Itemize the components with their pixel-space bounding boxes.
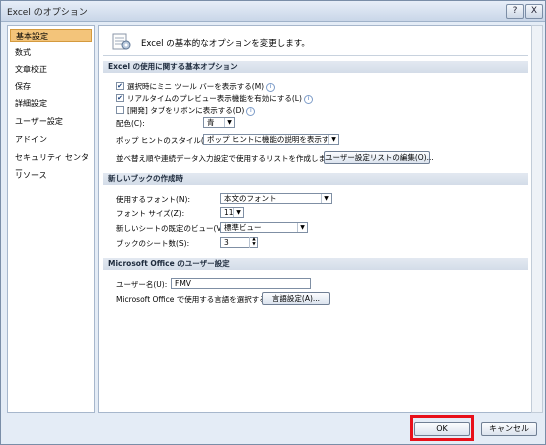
sidebar: 基本設定 数式 文章校正 保存 詳細設定 ユーザー設定 アドイン セキュリティ … — [7, 25, 95, 413]
color-scheme-select[interactable]: 青 ▼ — [203, 117, 235, 128]
tooltip-style-label: ポップ ヒントのスタイル(R): — [116, 136, 215, 145]
info-icon: i — [303, 94, 313, 104]
ok-button-highlight — [410, 415, 474, 441]
header-text: Excel の基本的なオプションを変更します。 — [141, 39, 310, 49]
sidebar-item-advanced[interactable]: 詳細設定 — [10, 97, 92, 110]
title-bar: Excel のオプション ? X — [1, 1, 545, 22]
default-view-value: 標準ビュー — [224, 223, 262, 232]
close-button[interactable]: X — [525, 4, 543, 19]
spin-down-icon[interactable]: ▼ — [250, 242, 258, 247]
mini-toolbar-checkbox[interactable]: ✔ — [116, 82, 124, 90]
sidebar-item-proofing[interactable]: 文章校正 — [10, 63, 92, 76]
username-label: ユーザー名(U): — [116, 280, 168, 289]
chevron-down-icon: ▼ — [328, 135, 338, 144]
color-scheme-label: 配色(C): — [116, 119, 145, 128]
cancel-button[interactable]: キャンセル — [481, 422, 537, 436]
chevron-down-icon: ▼ — [297, 223, 307, 232]
info-icon: i — [266, 82, 276, 92]
sidebar-item-basic[interactable]: 基本設定 — [10, 29, 92, 42]
options-dialog: Excel のオプション ? X 基本設定 数式 文章校正 保存 詳細設定 ユー… — [0, 0, 546, 445]
font-select[interactable]: 本文のフォント ▼ — [220, 193, 332, 204]
window-title: Excel のオプション — [7, 8, 88, 18]
section-basic-options: Excel の使用に関する基本オプション — [103, 61, 528, 73]
font-value: 本文のフォント — [224, 194, 277, 203]
settings-header-icon — [112, 33, 131, 50]
font-label: 使用するフォント(N): — [116, 195, 190, 204]
font-size-select[interactable]: 11 ▼ — [220, 207, 244, 218]
developer-tab-label: [開発] タブをリボンに表示する(D) — [127, 106, 245, 115]
sidebar-item-trust-center[interactable]: セキュリティ センター — [10, 151, 92, 175]
default-view-select[interactable]: 標準ビュー ▼ — [220, 222, 308, 233]
language-label: Microsoft Office で使用する言語を選択する: — [116, 295, 270, 304]
scrollbar[interactable] — [531, 25, 543, 413]
developer-tab-checkbox[interactable] — [116, 106, 124, 114]
font-size-label: フォント サイズ(Z): — [116, 209, 185, 218]
sidebar-item-addins[interactable]: アドイン — [10, 133, 92, 146]
options-panel: Excel の基本的なオプションを変更します。 Excel の使用に関する基本オ… — [98, 25, 533, 413]
default-view-label: 新しいシートの既定のビュー(V): — [116, 224, 228, 233]
sheet-count-label: ブックのシート数(S): — [116, 239, 190, 248]
sidebar-item-formulas[interactable]: 数式 — [10, 46, 92, 59]
section-new-book: 新しいブックの作成時 — [103, 173, 528, 185]
chevron-down-icon: ▼ — [321, 194, 331, 203]
mini-toolbar-label: 選択時にミニ ツール バーを表示する(M) — [127, 82, 265, 91]
sort-list-label: 並べ替え順や連続データ入力設定で使用するリストを作成します: — [116, 154, 337, 163]
header-divider — [103, 55, 528, 56]
sidebar-item-customize[interactable]: ユーザー設定 — [10, 115, 92, 128]
language-settings-button[interactable]: 言語設定(A)... — [262, 292, 330, 305]
edit-custom-lists-button[interactable]: ユーザー設定リストの編集(O)... — [324, 151, 434, 164]
live-preview-checkbox[interactable]: ✔ — [116, 94, 124, 102]
sheet-count-value: 3 — [224, 238, 229, 247]
live-preview-option: リアルタイムのプレビュー表示機能を有効にする(L) i — [127, 93, 313, 104]
sidebar-item-resources[interactable]: リソース — [10, 169, 92, 182]
color-scheme-value: 青 — [207, 118, 215, 127]
info-icon: i — [246, 106, 256, 116]
chevron-down-icon: ▼ — [224, 118, 234, 127]
chevron-down-icon: ▼ — [233, 208, 243, 217]
username-input[interactable]: FMV — [171, 278, 311, 289]
developer-tab-option: [開発] タブをリボンに表示する(D) i — [127, 105, 256, 116]
live-preview-label: リアルタイムのプレビュー表示機能を有効にする(L) — [127, 94, 302, 103]
sidebar-item-save[interactable]: 保存 — [10, 80, 92, 93]
mini-toolbar-option: 選択時にミニ ツール バーを表示する(M) i — [127, 81, 276, 92]
tooltip-style-value: ポップ ヒントに機能の説明を表示する — [207, 135, 337, 144]
help-button[interactable]: ? — [506, 4, 524, 19]
tooltip-style-select[interactable]: ポップ ヒントに機能の説明を表示する ▼ — [203, 134, 339, 145]
sheet-count-spinner[interactable]: ▲ ▼ — [249, 237, 258, 248]
section-user-settings: Microsoft Office のユーザー設定 — [103, 258, 528, 270]
